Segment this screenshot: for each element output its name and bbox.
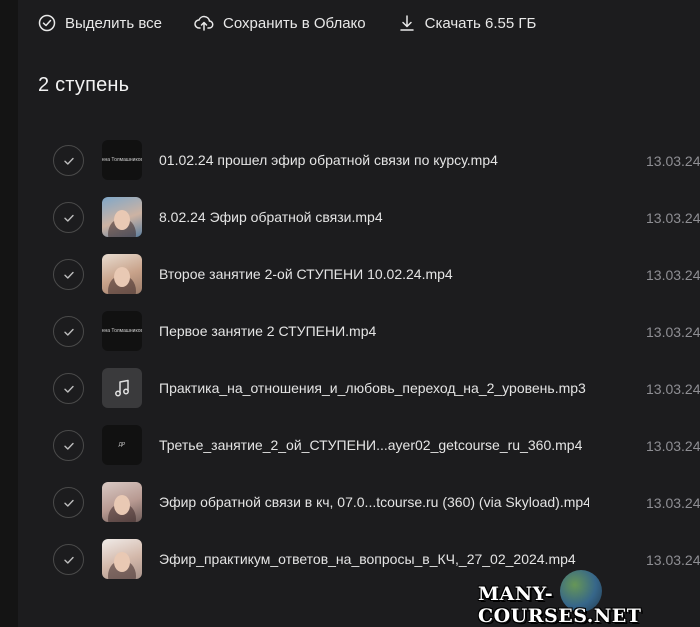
- file-name[interactable]: Третье_занятие_2_ой_СТУПЕНИ...ayer02_get…: [159, 437, 589, 453]
- file-name[interactable]: Эфир обратной связи в кч, 07.0...tcourse…: [159, 494, 589, 510]
- cloud-upload-icon: [194, 15, 214, 31]
- check-icon: [63, 157, 74, 165]
- download-button[interactable]: Скачать 6.55 ГБ: [398, 14, 537, 32]
- row-select-checkbox[interactable]: [53, 487, 84, 518]
- file-date: 13.03.24: [646, 495, 700, 511]
- row-select-checkbox[interactable]: [53, 259, 84, 290]
- save-to-cloud-label: Сохранить в Облако: [223, 14, 366, 32]
- check-icon: [63, 442, 74, 450]
- thumbnail-caption: Инна Толмашникова: [102, 328, 142, 334]
- file-name[interactable]: Практика_на_отношения_и_любовь_переход_н…: [159, 380, 589, 396]
- file-row[interactable]: Второе занятие 2-ой СТУПЕНИ 10.02.24.mp4…: [18, 246, 700, 303]
- download-icon: [399, 15, 414, 31]
- file-row[interactable]: 8.02.24 Эфир обратной связи.mp4 13.03.24: [18, 189, 700, 246]
- row-select-checkbox[interactable]: [53, 145, 84, 176]
- cloud-folder-view: Выделить все Сохранить в Облако Скачать …: [0, 0, 700, 627]
- row-select-checkbox[interactable]: [53, 544, 84, 575]
- file-row[interactable]: Практика_на_отношения_и_любовь_переход_н…: [18, 360, 700, 417]
- thumbnail-portrait: [114, 552, 130, 572]
- file-thumbnail[interactable]: [102, 539, 142, 579]
- file-date: 13.03.24: [646, 210, 700, 226]
- check-icon: [63, 385, 74, 393]
- file-name[interactable]: Второе занятие 2-ой СТУПЕНИ 10.02.24.mp4: [159, 266, 589, 282]
- file-thumbnail[interactable]: [102, 482, 142, 522]
- check-icon: [63, 214, 74, 222]
- left-panel-edge: [0, 0, 18, 627]
- file-date: 13.03.24: [646, 381, 700, 397]
- file-name[interactable]: 01.02.24 прошел эфир обратной связи по к…: [159, 152, 589, 168]
- check-icon: [63, 556, 74, 564]
- file-thumbnail[interactable]: Инна Толмашникова: [102, 311, 142, 351]
- file-name[interactable]: Эфир_практикум_ответов_на_вопросы_в_КЧ,_…: [159, 551, 589, 567]
- download-label: Скачать 6.55 ГБ: [424, 14, 537, 32]
- save-to-cloud-button[interactable]: Сохранить в Облако: [194, 14, 366, 32]
- thumbnail-portrait: [114, 210, 130, 230]
- thumbnail-caption: Инна Толмашникова: [102, 157, 142, 163]
- music-note-icon: [115, 379, 129, 397]
- file-row[interactable]: Инна Толмашникова 01.02.24 прошел эфир об…: [18, 132, 700, 189]
- file-thumbnail[interactable]: Инна Толмашникова: [102, 140, 142, 180]
- check-icon: [63, 271, 74, 279]
- file-row[interactable]: Инна Толмашникова Первое занятие 2 СТУПЕН…: [18, 303, 700, 360]
- file-row[interactable]: ДР Третье_занятие_2_ой_СТУПЕНИ...ayer02_g…: [18, 417, 700, 474]
- row-select-checkbox[interactable]: [53, 373, 84, 404]
- toolbar: Выделить все Сохранить в Облако Скачать …: [38, 10, 568, 36]
- select-all-label: Выделить все: [65, 14, 163, 32]
- file-date: 13.03.24: [646, 438, 700, 454]
- file-thumbnail[interactable]: [102, 254, 142, 294]
- file-date: 13.03.24: [646, 267, 700, 283]
- check-icon: [63, 499, 74, 507]
- file-thumbnail[interactable]: ДР: [102, 425, 142, 465]
- file-date: 13.03.24: [646, 324, 700, 340]
- file-thumbnail[interactable]: [102, 368, 142, 408]
- file-date: 13.03.24: [646, 153, 700, 169]
- thumbnail-portrait: [114, 495, 130, 515]
- file-date: 13.03.24: [646, 552, 700, 568]
- file-row[interactable]: Эфир обратной связи в кч, 07.0...tcourse…: [18, 474, 700, 531]
- row-select-checkbox[interactable]: [53, 316, 84, 347]
- watermark: MANY-COURSES.NET: [478, 583, 642, 627]
- thumbnail-portrait: [114, 267, 130, 287]
- file-name[interactable]: 8.02.24 Эфир обратной связи.mp4: [159, 209, 589, 225]
- row-select-checkbox[interactable]: [53, 202, 84, 233]
- check-icon: [63, 328, 74, 336]
- file-name[interactable]: Первое занятие 2 СТУПЕНИ.mp4: [159, 323, 589, 339]
- row-select-checkbox[interactable]: [53, 430, 84, 461]
- file-thumbnail[interactable]: [102, 197, 142, 237]
- select-all-button[interactable]: Выделить все: [38, 14, 162, 32]
- folder-title: 2 ступень: [38, 74, 130, 96]
- file-list: Инна Толмашникова 01.02.24 прошел эфир об…: [18, 132, 700, 588]
- check-circle-icon: [38, 14, 56, 32]
- thumbnail-caption: ДР: [118, 442, 126, 448]
